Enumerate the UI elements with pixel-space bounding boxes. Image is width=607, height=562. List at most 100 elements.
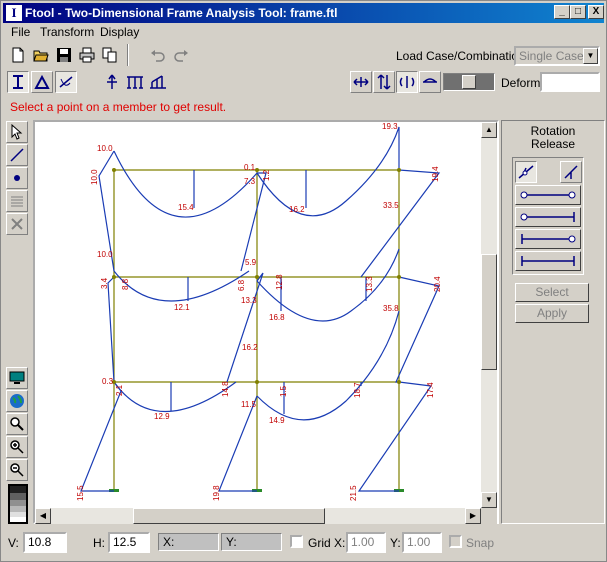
drawing-canvas[interactable]: 10.0 10.0 15.4 0.1 7.3 1.2 16.2 19.3 19.…	[33, 120, 499, 524]
undo-button[interactable]	[147, 44, 169, 66]
release-both-ends-button[interactable]	[515, 185, 581, 205]
deform-input[interactable]	[540, 72, 600, 92]
new-file-button[interactable]	[7, 44, 29, 66]
redo-button[interactable]	[170, 44, 192, 66]
save-file-button[interactable]	[53, 44, 75, 66]
label: 13.3	[241, 296, 257, 305]
grid-checkbox[interactable]	[290, 535, 303, 548]
label: 14.9	[269, 416, 285, 425]
deformed-shape-icon	[423, 78, 437, 83]
axial-force-icon	[13, 75, 23, 89]
window-title: Ftool - Two-Dimensional Frame Analysis T…	[25, 6, 338, 20]
insert-member-button[interactable]	[6, 144, 28, 166]
label: 12.1	[174, 303, 190, 312]
new-file-icon	[12, 47, 24, 63]
grid-y-input[interactable]: 1.00	[402, 532, 442, 553]
hatch-icon	[11, 196, 23, 207]
hinge-release-icon	[518, 165, 534, 179]
minimize-button[interactable]: _	[554, 5, 570, 19]
envelope-diagram-icon	[150, 75, 166, 89]
zoom-out-button[interactable]	[6, 459, 28, 481]
label: 10.0	[97, 250, 113, 259]
rotation-deform-button[interactable]	[396, 71, 418, 93]
scroll-left-icon[interactable]: ◀	[35, 508, 51, 524]
reactions-icon	[107, 74, 117, 89]
label: 8.8	[121, 278, 130, 290]
label: 3.4	[100, 277, 109, 289]
zoom-in-button[interactable]	[6, 436, 28, 458]
vertical-scroll-thumb[interactable]	[481, 254, 497, 370]
reactions-button[interactable]	[101, 71, 123, 93]
monitor-icon	[9, 371, 25, 384]
label: 0.3	[102, 377, 114, 386]
scroll-up-icon[interactable]: ▲	[481, 122, 497, 138]
fixed-joint-icon	[564, 165, 578, 179]
scroll-right-icon[interactable]: ▶	[465, 508, 481, 524]
deformed-shape-button[interactable]	[419, 71, 441, 93]
grid-fill-button[interactable]	[6, 190, 28, 212]
label: 10.0	[97, 144, 113, 153]
load-case-combo[interactable]: Single Case ▼	[514, 46, 600, 66]
horizontal-scrollbar[interactable]: ◀ ▶	[35, 508, 481, 524]
zoom-button[interactable]	[6, 413, 28, 435]
release-none-button[interactable]	[515, 251, 581, 271]
select-button[interactable]: Select	[515, 283, 589, 302]
label: 20.4	[433, 276, 442, 292]
color-scale-bar	[8, 484, 28, 524]
frame-members	[113, 169, 400, 491]
display-button[interactable]	[6, 367, 28, 389]
node-dot-icon	[14, 175, 20, 181]
axial-force-button[interactable]	[7, 71, 29, 93]
envelope-button[interactable]	[147, 71, 169, 93]
release-hinge-button[interactable]	[515, 161, 537, 183]
menu-display[interactable]: Display	[100, 25, 139, 39]
close-button[interactable]: X	[588, 5, 604, 19]
undo-icon	[151, 50, 165, 62]
transverse-deform-button[interactable]	[373, 71, 395, 93]
menu-file[interactable]: File	[11, 25, 30, 39]
label: 12.9	[154, 412, 170, 421]
globe-view-button[interactable]	[6, 390, 28, 412]
fixed-fixed-member-icon	[521, 256, 575, 266]
menu-transform[interactable]: Transform	[40, 25, 94, 39]
select-tool-button[interactable]	[6, 121, 28, 143]
label: 21.5	[349, 485, 358, 501]
zoom-out-icon	[10, 463, 24, 477]
rotation-arrows-icon	[399, 76, 415, 88]
toolbar-separator	[127, 44, 129, 66]
h-input[interactable]: 12.5	[108, 532, 150, 553]
print-button[interactable]	[76, 44, 98, 66]
grid-x-input[interactable]: 1.00	[346, 532, 386, 553]
load-case-label: Load Case/Combination:	[396, 49, 529, 63]
influence-lines-button[interactable]	[124, 71, 146, 93]
delete-button[interactable]	[6, 213, 28, 235]
frame-diagram[interactable]: 10.0 10.0 15.4 0.1 7.3 1.2 16.2 19.3 19.…	[35, 122, 497, 522]
horizontal-scroll-thumb[interactable]	[133, 508, 325, 524]
shear-force-button[interactable]	[31, 71, 53, 93]
insert-node-button[interactable]	[6, 167, 28, 189]
vertical-scrollbar[interactable]: ▲ ▼	[481, 122, 497, 508]
pin-pin-member-icon	[520, 191, 576, 199]
copy-button[interactable]	[99, 44, 121, 66]
release-fixed-button[interactable]	[560, 161, 582, 183]
globe-icon	[10, 394, 24, 408]
printer-icon	[79, 47, 95, 63]
label: 16.2	[242, 343, 258, 352]
v-input[interactable]: 10.8	[23, 532, 67, 553]
open-file-button[interactable]	[30, 44, 52, 66]
release-end-button[interactable]	[515, 229, 581, 249]
release-start-button[interactable]	[515, 207, 581, 227]
apply-button[interactable]: Apply	[515, 304, 589, 323]
slider-thumb[interactable]	[462, 75, 476, 89]
label: 13.3	[365, 276, 374, 292]
snap-checkbox[interactable]	[449, 535, 462, 548]
deform-scale-slider[interactable]	[443, 73, 495, 91]
chevron-down-icon[interactable]: ▼	[583, 48, 598, 64]
label: 6.8	[237, 279, 246, 291]
cursor-arrow-icon	[11, 124, 23, 140]
label: 18.7	[353, 382, 362, 398]
bending-moment-button[interactable]	[55, 71, 77, 93]
axial-deform-button[interactable]	[350, 71, 372, 93]
maximize-button[interactable]: □	[570, 5, 586, 19]
scroll-down-icon[interactable]: ▼	[481, 492, 497, 508]
